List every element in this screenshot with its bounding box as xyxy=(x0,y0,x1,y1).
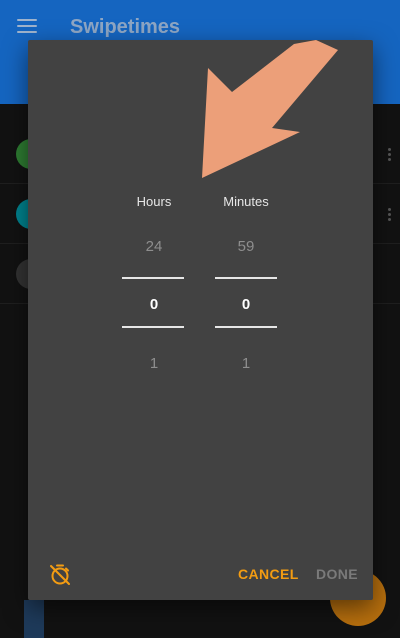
annotation-arrow-icon xyxy=(202,40,338,178)
menu-icon[interactable] xyxy=(17,19,37,33)
app-title: Swipetimes xyxy=(70,16,181,38)
hours-next-value[interactable]: 1 xyxy=(114,355,194,372)
background-strip xyxy=(24,600,44,638)
more-icon xyxy=(388,148,392,163)
hours-label: Hours xyxy=(136,194,172,209)
minutes-prev-value[interactable]: 59 xyxy=(206,238,286,255)
minutes-label: Minutes xyxy=(223,194,269,209)
more-icon xyxy=(388,208,392,223)
hours-prev-value[interactable]: 24 xyxy=(114,238,194,255)
minutes-next-value[interactable]: 1 xyxy=(206,355,286,372)
minutes-top-divider xyxy=(215,277,277,279)
duration-picker-dialog: Hours Minutes 24 0 1 59 0 1 CANCEL DONE xyxy=(28,40,373,600)
hours-selected-value[interactable]: 0 xyxy=(114,296,194,313)
done-button[interactable]: DONE xyxy=(316,566,358,582)
hours-bottom-divider xyxy=(122,326,184,328)
hours-top-divider xyxy=(122,277,184,279)
minutes-selected-value[interactable]: 0 xyxy=(206,296,286,313)
timer-off-icon[interactable] xyxy=(48,563,72,587)
minutes-bottom-divider xyxy=(215,326,277,328)
cancel-button[interactable]: CANCEL xyxy=(238,566,299,582)
